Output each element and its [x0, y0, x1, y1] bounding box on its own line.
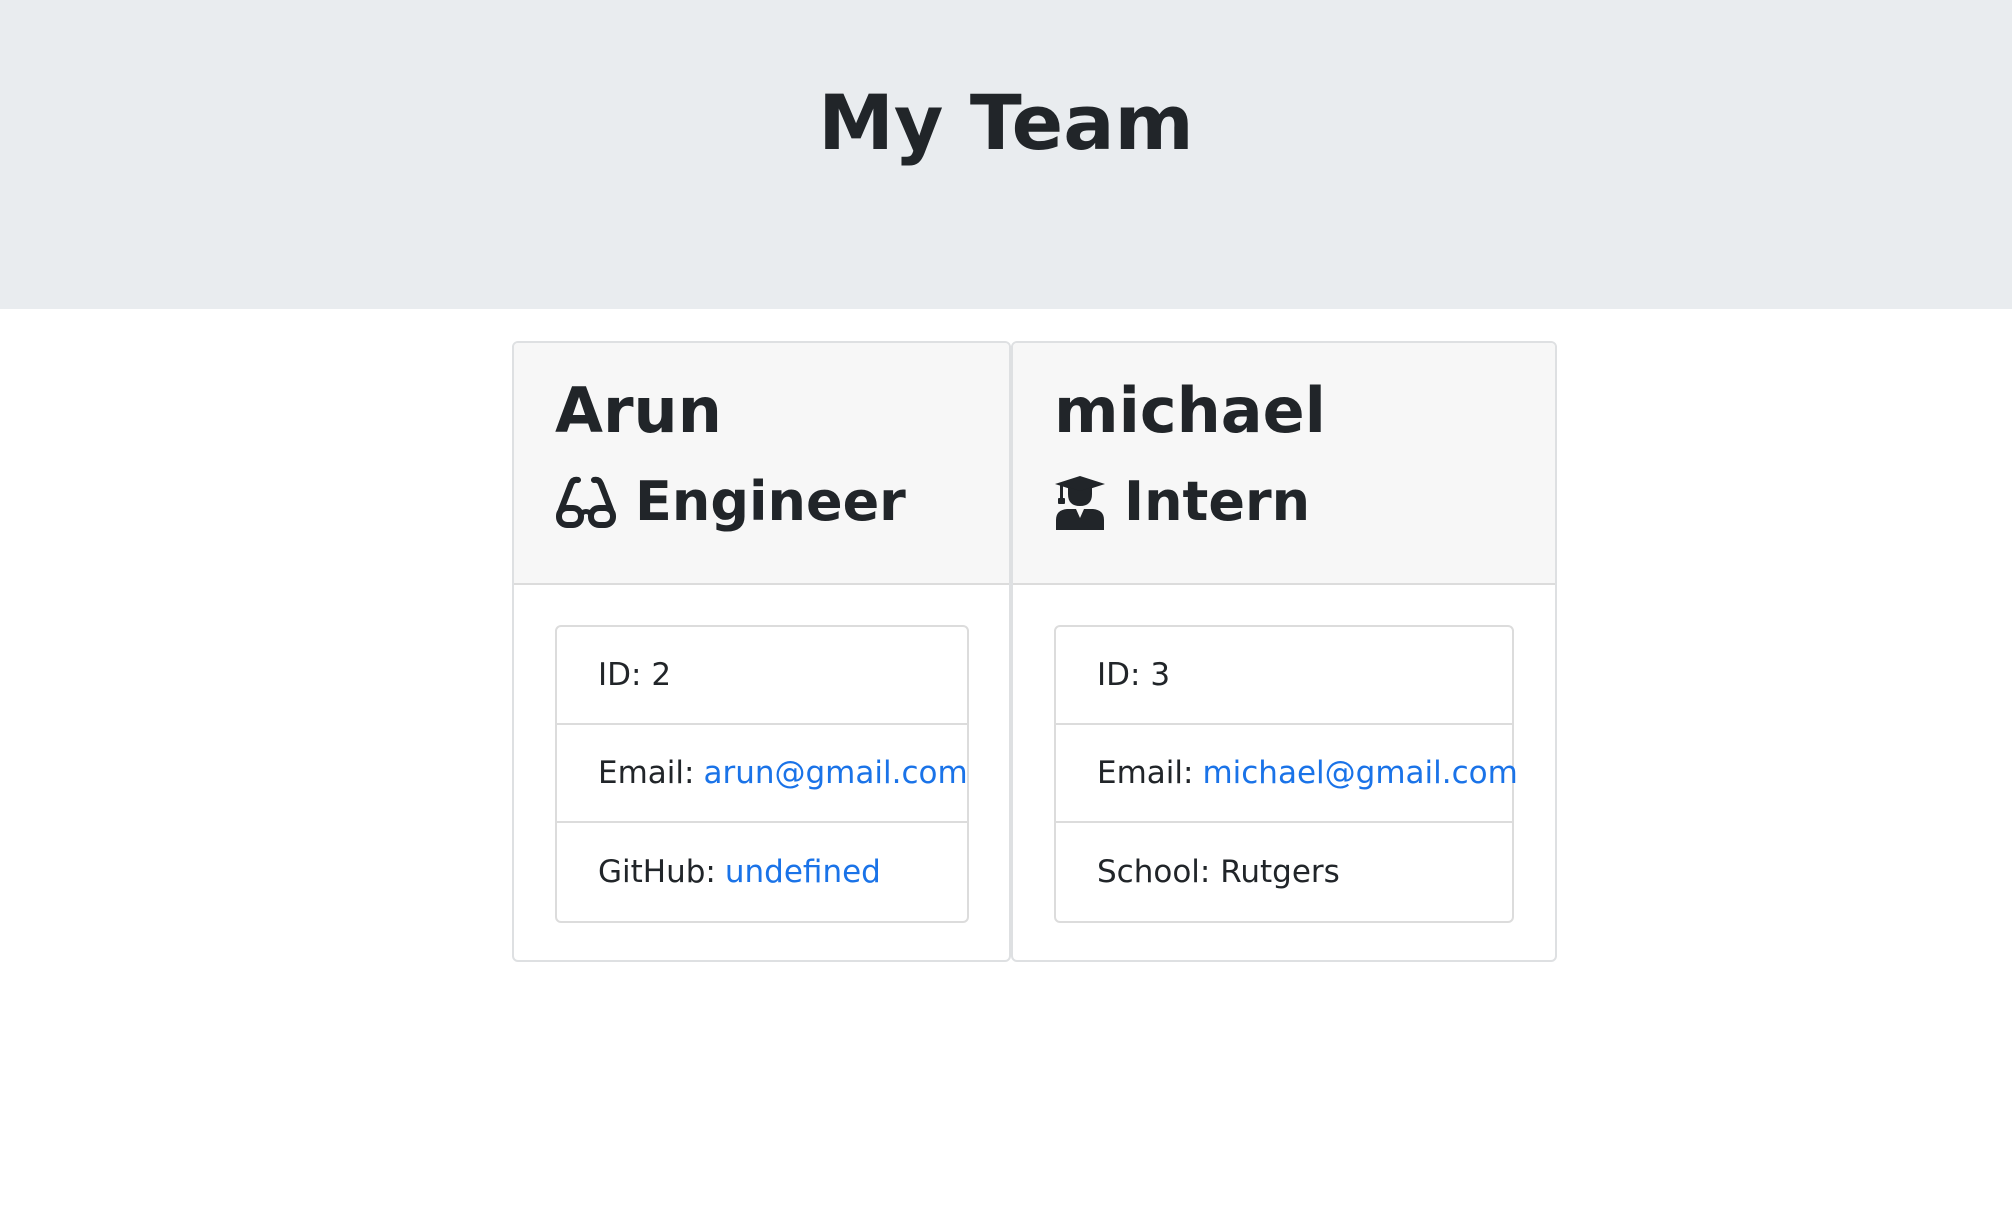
id-label: ID: — [598, 657, 642, 693]
list-item-id: ID: 2 — [557, 627, 967, 725]
github-label: GitHub: — [598, 854, 716, 890]
card-header: michael Intern — [1013, 343, 1555, 585]
role-label: Engineer — [635, 470, 906, 533]
employee-role: Intern — [1054, 467, 1310, 537]
list-item-school: School: Rutgers — [1056, 823, 1512, 921]
email-link[interactable]: michael@gmail.com — [1202, 755, 1517, 791]
github-link[interactable]: undefined — [725, 854, 881, 890]
details-list: ID: 3 Email: michael@gmail.com School: Ru… — [1054, 625, 1518, 923]
email-link[interactable]: arun@gmail.com — [703, 755, 967, 791]
list-item-email: Email: arun@gmail.com — [557, 725, 968, 823]
glasses-icon — [555, 474, 617, 530]
id-value: 2 — [651, 657, 672, 693]
header-jumbotron: My Team — [0, 0, 2012, 309]
card-header: Arun Engineer — [514, 343, 1009, 585]
employee-name: michael — [1054, 374, 1326, 447]
role-label: Intern — [1124, 470, 1311, 533]
school-label: School: — [1097, 854, 1211, 890]
graduate-icon — [1054, 474, 1106, 530]
page-title: My Team — [818, 78, 1194, 167]
employee-card-michael: michael Intern ID: 3 Email: michael@gmail… — [1011, 341, 1557, 962]
list-item-github: GitHub: undefined — [557, 823, 967, 921]
list-item-id: ID: 3 — [1056, 627, 1512, 725]
details-list: ID: 2 Email: arun@gmail.com GitHub: undefi… — [555, 625, 969, 923]
employee-card-arun: Arun Engineer ID: 2 Email: arun@gmail.com… — [512, 341, 1011, 962]
id-value: 3 — [1150, 657, 1171, 693]
list-item-email: Email: michael@gmail.com — [1056, 725, 1518, 823]
employee-role: Engineer — [555, 467, 906, 537]
id-label: ID: — [1097, 657, 1141, 693]
school-value: Rutgers — [1220, 854, 1340, 890]
email-label: Email: — [1097, 755, 1194, 791]
email-label: Email: — [598, 755, 695, 791]
employee-name: Arun — [555, 374, 722, 447]
